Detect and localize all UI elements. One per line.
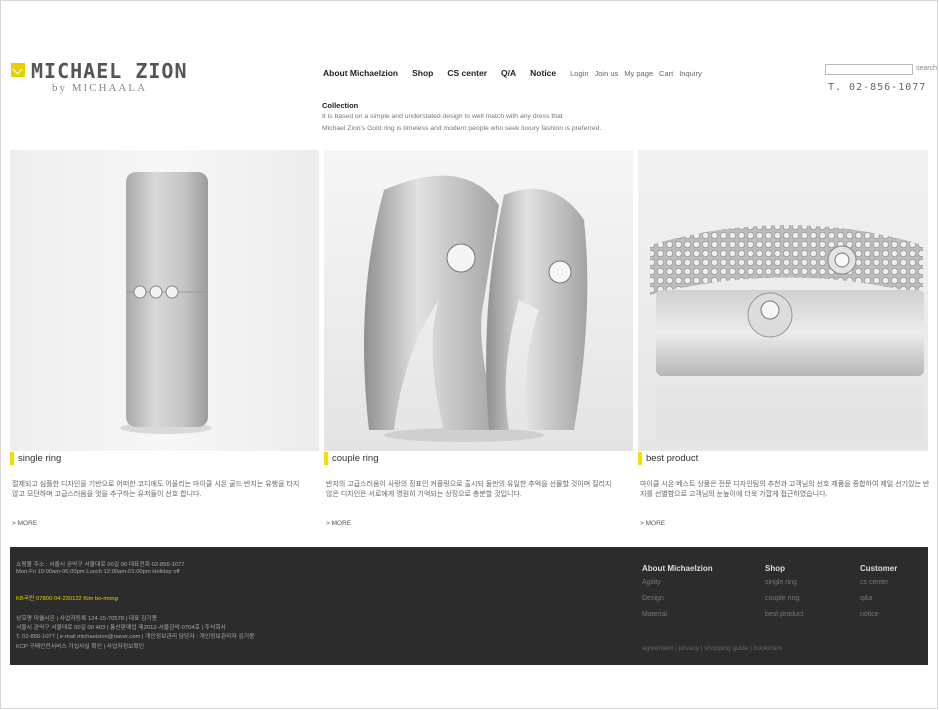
top-nav: About Michaelzion Shop CS center Q/A Not… — [323, 68, 708, 78]
nav-cart[interactable]: Cart — [659, 69, 673, 78]
nav-notice[interactable]: Notice — [530, 68, 556, 78]
footer-bank: KB국민 07800-04-230122 Kim bo-mong — [16, 596, 118, 602]
best-product-image[interactable] — [638, 150, 928, 451]
couple-ring-illustration — [364, 175, 588, 442]
footer-link-design[interactable]: Design — [642, 595, 664, 602]
footer-address: 쇼핑몰 주소 : 서울시 관악구 서울대로 00길 00 대표전화 02-856… — [16, 562, 185, 568]
best-product-more-link[interactable]: > MORE — [640, 520, 665, 527]
brand-subtitle: by MICHAALA — [52, 82, 148, 94]
nav-qa[interactable]: Q/A — [501, 68, 516, 78]
footer-bottom-links[interactable]: agreement | privacy | shopping guide | b… — [642, 645, 782, 652]
nav-join[interactable]: Join us — [595, 69, 619, 78]
footer-kcp[interactable]: KCP 구매안전서비스 가입사실 확인 | 사업자정보확인 — [16, 641, 144, 650]
collection-line-1: It is based on a simple and understated … — [322, 113, 563, 120]
footer-link-best-product[interactable]: best product — [765, 611, 804, 618]
site-footer: 쇼핑몰 주소 : 서울시 관악구 서울대로 00길 00 대표전화 02-856… — [10, 547, 928, 665]
search-button[interactable]: search — [916, 65, 937, 72]
single-ring-label[interactable]: single ring — [10, 452, 61, 465]
couple-ring-label[interactable]: couple ring — [324, 452, 378, 465]
single-ring-illustration — [120, 172, 212, 434]
single-ring-image[interactable] — [10, 150, 319, 451]
footer-link-agility[interactable]: Agility — [642, 579, 661, 586]
footer-col-shop-heading[interactable]: Shop — [765, 564, 785, 573]
footer-col-customer-heading[interactable]: Customer — [860, 564, 897, 573]
nav-shop[interactable]: Shop — [412, 68, 433, 78]
search-input[interactable] — [825, 64, 913, 75]
footer-link-single-ring[interactable]: single ring — [765, 579, 797, 586]
couple-ring-desc: 반지의 고급스러움이 사랑의 징표인 커플링으로 출시되 둘만의 유일한 추억을… — [326, 481, 612, 498]
best-product-desc: 마이클 시온 베스트 상품은 전문 디자인팀의 추천과 고객님의 선호 제품을 … — [640, 481, 930, 498]
phone-number: T. 02-856-1077 — [828, 82, 927, 93]
best-product-label[interactable]: best product — [638, 452, 698, 465]
nav-cs-center[interactable]: CS center — [447, 68, 487, 78]
footer-contact: T. 02-856-1077 | e-mail michaelzion@nave… — [16, 634, 255, 640]
footer-link-qa[interactable]: q&a — [860, 595, 872, 602]
nav-mypage[interactable]: My page — [624, 69, 653, 78]
footer-link-couple-ring[interactable]: couple ring — [765, 595, 799, 602]
couple-ring-more-link[interactable]: > MORE — [326, 520, 351, 527]
footer-link-cs-center[interactable]: cs center — [860, 579, 888, 586]
footer-registration: 서울시 관악구 서울대로 00길 00 403 | 통신판매업 제2012-서울… — [16, 625, 226, 631]
best-product-illustration — [650, 225, 924, 441]
nav-login[interactable]: Login — [570, 69, 588, 78]
footer-link-notice[interactable]: notice — [860, 611, 879, 618]
footer-col-about-heading[interactable]: About Michaelzion — [642, 564, 713, 573]
collection-line-2: Michael Zion's Gold ring is timeless and… — [322, 125, 602, 132]
nav-about[interactable]: About Michaelzion — [323, 68, 398, 78]
single-ring-more-link[interactable]: > MORE — [12, 520, 37, 527]
footer-link-material[interactable]: Material — [642, 611, 667, 618]
footer-company: 상호명 미쉘시온 | 사업자등록 124-15-70578 | 대표 김기봉 — [16, 616, 158, 622]
brand-title[interactable]: MICHAEL ZION — [31, 59, 188, 83]
couple-ring-image[interactable] — [324, 150, 633, 451]
collection-title: Collection — [322, 101, 359, 110]
nav-inquiry[interactable]: Inquiry — [679, 69, 702, 78]
brand-logo-icon[interactable] — [11, 63, 25, 77]
footer-hours: Mon-Fri 10:00am-06:00pm Lunch 12:00am-01… — [16, 569, 180, 575]
single-ring-desc: 절제되고 심플한 디자인을 기반으로 어떠한 코디에도 어울리는 마이클 시온 … — [12, 481, 300, 498]
